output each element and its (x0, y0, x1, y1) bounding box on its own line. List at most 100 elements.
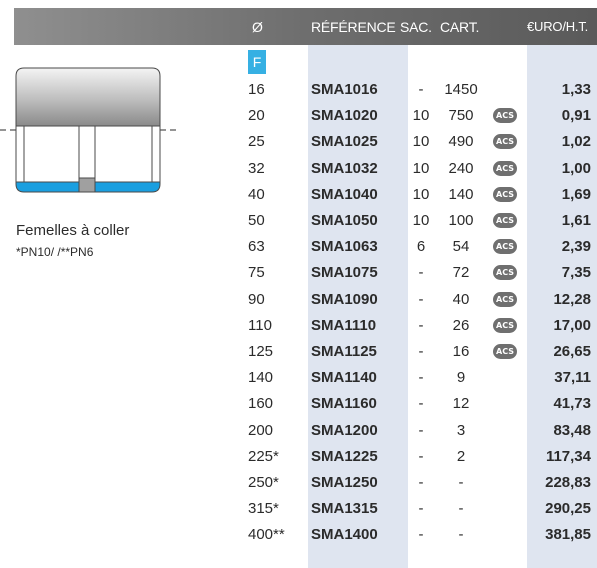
reference-cell: SMA1063 (311, 238, 378, 256)
sac-cell: - (418, 316, 424, 334)
sac-cell: - (418, 474, 424, 491)
reference-cell: SMA1016 (311, 81, 378, 98)
reference-cell: SMA1200 (311, 421, 378, 439)
cart-cell: 240 (448, 159, 474, 177)
diameter-cell: 140 (248, 369, 274, 387)
acs-certification-badge: ACS (493, 265, 517, 281)
cart-cell: 54 (452, 238, 470, 256)
price-cell: 2,39 (561, 238, 591, 256)
reference-cell: SMA1125 (311, 343, 377, 360)
acs-certification-badge: ACS (493, 317, 517, 333)
table-row: 75 SMA1075 - 72 7,35 ACS (0, 262, 597, 284)
diameter-cell: 75 (248, 264, 265, 282)
acs-certification-badge: ACS (493, 344, 517, 359)
diameter-cell: 50 (248, 212, 265, 229)
sac-cell: 10 (412, 159, 430, 177)
cart-cell: 2 (456, 447, 466, 465)
price-cell: 290,25 (545, 500, 591, 518)
reference-cell: SMA1250 (311, 474, 378, 491)
sac-cell: - (418, 369, 424, 387)
acs-certification-badge: ACS (493, 134, 517, 150)
price-cell: 37,11 (554, 369, 591, 387)
price-cell: 1,33 (561, 81, 591, 98)
table-row: 160 SMA1160 - 12 41,73 (0, 393, 597, 415)
table-row: 140 SMA1140 - 9 37,11 (0, 367, 597, 389)
diameter-cell: 40 (248, 185, 265, 203)
reference-cell: SMA1400 (311, 526, 378, 544)
price-cell: 17,00 (553, 316, 591, 334)
sac-cell: - (418, 395, 424, 413)
header-diameter: Ø (252, 19, 263, 35)
diameter-cell: 32 (248, 159, 265, 177)
diameter-cell: 16 (248, 81, 265, 98)
reference-cell: SMA1140 (311, 369, 377, 387)
sac-cell: - (418, 500, 424, 518)
price-cell: 7,35 (561, 264, 591, 282)
table-row: 225* SMA1225 - 2 117,34 (0, 446, 597, 468)
sac-cell: 10 (412, 185, 430, 203)
header-sac: SAC. (400, 19, 432, 35)
price-cell: 117,34 (545, 447, 591, 465)
sac-cell: - (418, 447, 424, 465)
header-reference: RÉFÉRENCE (311, 19, 396, 35)
reference-cell: SMA1050 (311, 212, 378, 229)
acs-certification-badge: ACS (493, 108, 517, 124)
cart-cell: 750 (448, 107, 474, 125)
reference-cell: SMA1032 (311, 159, 378, 177)
table-row: 90 SMA1090 - 40 12,28 ACS (0, 289, 597, 311)
header-price: €URO/H.T. (527, 19, 589, 34)
diameter-cell: 160 (248, 395, 274, 413)
table-row: 63 SMA1063 6 54 2,39 ACS (0, 236, 597, 258)
price-cell: 1,00 (561, 159, 591, 177)
sac-cell: - (418, 81, 424, 98)
price-cell: 1,61 (561, 212, 591, 229)
sac-cell: 10 (412, 107, 430, 125)
price-cell: 12,28 (553, 290, 591, 308)
price-cell: 26,65 (553, 343, 591, 360)
sac-cell: - (418, 526, 424, 544)
cart-cell: 40 (452, 290, 470, 308)
diameter-cell: 20 (248, 107, 265, 125)
cart-cell: 490 (448, 133, 474, 151)
diameter-cell: 225* (248, 447, 279, 465)
price-cell: 83,48 (553, 421, 591, 439)
sac-cell: 10 (412, 212, 430, 229)
table-row: 32 SMA1032 10 240 1,00 ACS (0, 158, 597, 180)
diameter-cell: 90 (248, 290, 265, 308)
price-cell: 228,83 (545, 474, 591, 491)
table-row: 125 SMA1125 - 16 26,65 ACS (0, 341, 597, 363)
cart-cell: 140 (448, 185, 474, 203)
series-badge: F (248, 50, 266, 74)
diameter-cell: 400** (248, 526, 285, 544)
table-row: 110 SMA1110 - 26 17,00 ACS (0, 315, 597, 337)
diameter-cell: 315* (248, 500, 279, 518)
cart-cell: 1450 (444, 81, 478, 98)
sac-cell: - (418, 343, 424, 360)
acs-certification-badge: ACS (493, 239, 517, 255)
table-row: 16 SMA1016 - 1450 1,33 (0, 79, 597, 101)
reference-cell: SMA1110 (311, 316, 377, 334)
acs-certification-badge: ACS (493, 291, 517, 307)
cart-cell: - (458, 526, 464, 544)
table-row: 250* SMA1250 - - 228,83 (0, 472, 597, 494)
diameter-cell: 25 (248, 133, 265, 151)
table-row: 400** SMA1400 - - 381,85 (0, 524, 597, 546)
sac-cell: 10 (412, 133, 430, 151)
diameter-cell: 63 (248, 238, 265, 256)
acs-certification-badge: ACS (493, 213, 517, 228)
price-cell: 41,73 (553, 395, 591, 413)
price-cell: 0,91 (561, 107, 591, 125)
table-row: 315* SMA1315 - - 290,25 (0, 498, 597, 520)
diameter-cell: 250* (248, 474, 279, 491)
header-cart: CART. (440, 19, 480, 35)
table-row: 40 SMA1040 10 140 1,69 ACS (0, 184, 597, 206)
acs-certification-badge: ACS (493, 186, 517, 202)
sac-cell: - (418, 421, 424, 439)
reference-cell: SMA1075 (311, 264, 378, 282)
cart-cell: - (458, 500, 464, 518)
table-row: 25 SMA1025 10 490 1,02 ACS (0, 131, 597, 153)
diameter-cell: 125 (248, 343, 274, 360)
cart-cell: 12 (452, 395, 470, 413)
sac-cell: - (418, 290, 424, 308)
sac-cell: 6 (416, 238, 426, 256)
